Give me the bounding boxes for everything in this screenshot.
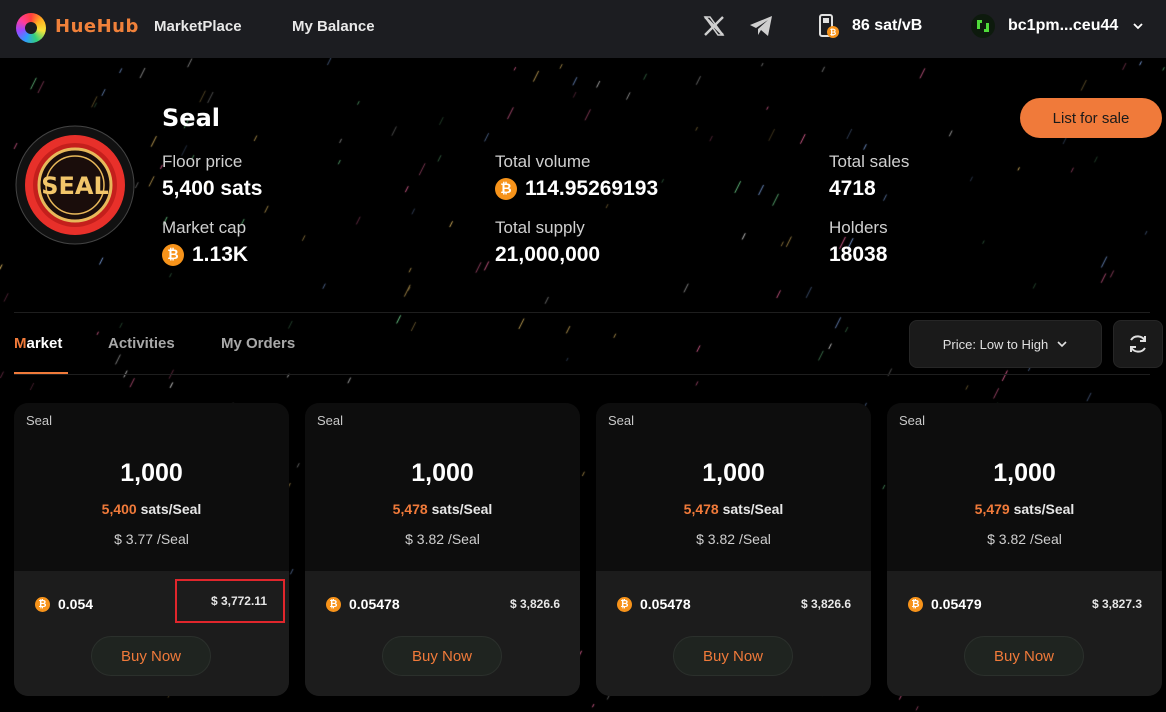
wallet-avatar-icon[interactable] <box>970 13 996 39</box>
card-unit-price: 5,479 sats/Seal <box>974 501 1075 517</box>
listing-card[interactable]: Seal 1,000 5,478 sats/Seal $ 3.82 /Seal … <box>305 403 580 696</box>
card-ticker: Seal <box>608 413 635 428</box>
listing-card[interactable]: Seal 1,000 5,478 sats/Seal $ 3.82 /Seal … <box>596 403 871 696</box>
card-btc-total: ₿ 0.05478 <box>617 596 691 612</box>
card-ticker: Seal <box>317 413 344 428</box>
card-usd-total: $ 3,827.3 <box>1091 597 1142 611</box>
nav-marketplace[interactable]: MarketPlace <box>154 18 242 35</box>
chevron-down-icon <box>1057 341 1067 348</box>
total-supply-value: 21,000,000 <box>495 243 601 266</box>
total-sales-value: 4718 <box>829 177 876 200</box>
card-usd-unit-price: $ 3.82 /Seal <box>405 531 480 547</box>
bitcoin-icon: ₿ <box>617 596 632 612</box>
card-amount: 1,000 <box>411 459 474 487</box>
card-unit-price: 5,478 sats/Seal <box>392 501 493 517</box>
card-usd-total: $ 3,772.11 <box>175 579 285 623</box>
buy-now-button[interactable]: Buy Now <box>91 636 211 676</box>
card-bottom-section <box>596 571 871 696</box>
card-unit-price: 5,478 sats/Seal <box>683 501 784 517</box>
holders-label: Holders <box>829 218 888 237</box>
nav-my-balance[interactable]: My Balance <box>292 18 375 35</box>
gas-fee-value: 86 sat/vB <box>852 17 923 34</box>
floor-price-label: Floor price <box>162 152 243 171</box>
sort-dropdown[interactable]: Price: Low to High <box>909 320 1102 368</box>
card-btc-total: ₿ 0.05478 <box>326 596 400 612</box>
header-divider <box>14 312 1150 313</box>
sort-label: Price: Low to High <box>942 336 1049 352</box>
gas-fee-icon: ₿ <box>819 14 839 38</box>
tab-market[interactable]: Market <box>14 335 62 352</box>
list-for-sale-button[interactable]: List for sale <box>1020 98 1162 138</box>
chevron-down-icon[interactable] <box>1132 20 1144 32</box>
floor-price-value: 5,400 sats <box>162 177 263 200</box>
total-supply-label: Total supply <box>495 218 585 237</box>
tabs-divider <box>14 374 1150 375</box>
buy-now-button[interactable]: Buy Now <box>382 636 502 676</box>
svg-text:₿: ₿ <box>830 28 837 37</box>
card-bottom-section <box>305 571 580 696</box>
bitcoin-icon: ₿ <box>908 596 923 612</box>
card-btc-total: ₿ 0.05479 <box>908 596 982 612</box>
card-usd-total: $ 3,826.6 <box>509 597 560 611</box>
refresh-icon <box>1130 335 1146 353</box>
bitcoin-icon: ₿ <box>326 596 341 612</box>
telegram-icon[interactable] <box>748 14 774 38</box>
card-unit-price: 5,400 sats/Seal <box>101 501 202 517</box>
svg-text:SEAL: SEAL <box>41 172 109 200</box>
card-usd-unit-price: $ 3.77 /Seal <box>114 531 189 547</box>
card-ticker: Seal <box>899 413 926 428</box>
total-volume-value: ₿ 114.95269193 <box>495 177 658 201</box>
card-amount: 1,000 <box>993 459 1056 487</box>
listing-card[interactable]: Seal 1,000 5,479 sats/Seal $ 3.82 /Seal … <box>887 403 1162 696</box>
bitcoin-icon: ₿ <box>162 244 184 266</box>
card-btc-total: ₿ 0.054 <box>35 596 93 612</box>
huehub-logo-icon[interactable] <box>16 13 46 43</box>
top-navbar: HueHub MarketPlace My Balance ₿ 86 sat/v… <box>0 0 1166 58</box>
holders-value: 18038 <box>829 243 888 266</box>
total-sales-label: Total sales <box>829 152 910 171</box>
buy-now-button[interactable]: Buy Now <box>673 636 793 676</box>
card-usd-total: $ 3,826.6 <box>800 597 851 611</box>
bitcoin-icon: ₿ <box>495 178 517 200</box>
bitcoin-icon: ₿ <box>35 596 50 612</box>
buy-now-button[interactable]: Buy Now <box>964 636 1084 676</box>
card-usd-unit-price: $ 3.82 /Seal <box>696 531 771 547</box>
card-ticker: Seal <box>26 413 53 428</box>
listing-card[interactable]: Seal 1,000 5,400 sats/Seal $ 3.77 /Seal … <box>14 403 289 696</box>
x-twitter-icon[interactable] <box>702 14 726 38</box>
brand-name[interactable]: HueHub <box>55 16 139 37</box>
collection-title: Seal <box>162 104 220 132</box>
tab-activities[interactable]: Activities <box>108 335 175 352</box>
card-amount: 1,000 <box>120 459 183 487</box>
card-bottom-section <box>887 571 1162 696</box>
refresh-button[interactable] <box>1113 320 1163 368</box>
total-volume-label: Total volume <box>495 152 591 171</box>
seal-collection-logo: SEAL <box>15 125 135 245</box>
market-cap-value: ₿ 1.13K <box>162 243 248 267</box>
card-amount: 1,000 <box>702 459 765 487</box>
card-usd-unit-price: $ 3.82 /Seal <box>987 531 1062 547</box>
market-cap-label: Market cap <box>162 218 247 237</box>
tab-my-orders[interactable]: My Orders <box>221 335 295 352</box>
wallet-address[interactable]: bc1pm...ceu44 <box>1008 17 1118 35</box>
